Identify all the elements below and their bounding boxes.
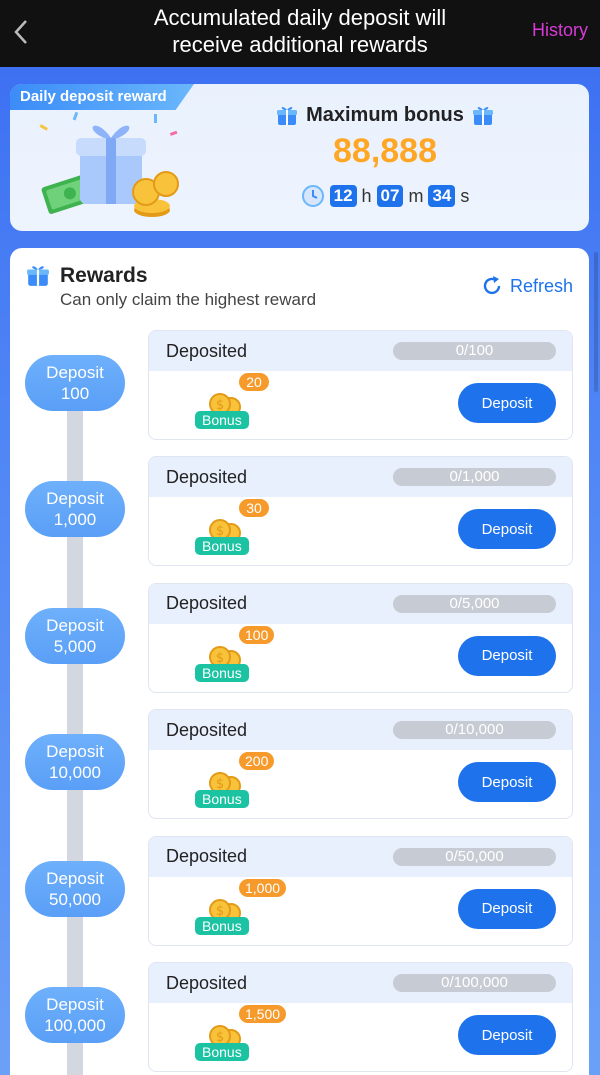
tier-card-header: Deposited 0/1,000 xyxy=(149,457,572,498)
timer-minutes-unit: m xyxy=(408,185,424,206)
deposit-button[interactable]: Deposit xyxy=(458,383,556,423)
bonus-tag: Bonus xyxy=(195,411,249,429)
deposited-label: Deposited xyxy=(166,466,248,487)
daily-reward-badge: Daily deposit reward xyxy=(10,84,194,110)
deposit-tier-label: Deposit xyxy=(46,615,104,635)
deposit-progress-text: 0/5,000 xyxy=(449,594,500,612)
deposit-tier-pill: Deposit 1,000 xyxy=(25,481,125,538)
rewards-panel: Rewards Can only claim the highest rewar… xyxy=(10,248,589,1075)
deposited-label: Deposited xyxy=(166,340,248,361)
bonus-tag: Bonus xyxy=(195,790,249,809)
tier-card-header: Deposited 0/5,000 xyxy=(149,583,572,624)
bonus-amount-badge: 200 xyxy=(239,752,275,771)
countdown-timer: 12 h 07 m 34 s xyxy=(260,184,510,208)
deposit-progress-text: 0/50,000 xyxy=(445,847,504,865)
deposit-progress-text: 0/1,000 xyxy=(449,468,500,486)
deposit-progress: 0/50,000 xyxy=(393,847,556,866)
max-bonus-value: 88,888 xyxy=(333,132,437,170)
deposit-tier-amount: 10,000 xyxy=(49,763,101,783)
deposit-progress: 0/10,000 xyxy=(393,721,556,740)
reward-tier-card: Deposited 0/5,000 $100 Bonus Deposit xyxy=(148,582,573,693)
deposit-progress: 0/5,000 xyxy=(393,594,556,613)
timer-hours: 12 xyxy=(329,185,357,207)
rewards-subtitle: Can only claim the highest reward xyxy=(60,290,317,309)
deposit-button[interactable]: Deposit xyxy=(458,1015,556,1055)
scrollbar[interactable] xyxy=(594,252,598,392)
bonus-amount-badge: 1,000 xyxy=(239,878,287,897)
deposit-tier-pill: Deposit 10,000 xyxy=(25,734,125,791)
rewards-title: Rewards xyxy=(60,264,148,287)
tier-card-header: Deposited 0/10,000 xyxy=(149,710,572,751)
back-button[interactable] xyxy=(8,14,34,50)
page-title-line2: receive additional rewards xyxy=(172,32,428,57)
deposit-button[interactable]: Deposit xyxy=(458,762,556,803)
timeline-track xyxy=(67,368,83,1075)
gift-icon xyxy=(472,106,493,125)
deposited-label: Deposited xyxy=(166,846,248,867)
gift-icon xyxy=(277,106,298,125)
deposit-progress-text: 0/10,000 xyxy=(445,721,504,739)
deposit-tier-pill: Deposit 5,000 xyxy=(25,607,125,664)
deposit-tier-label: Deposit xyxy=(46,868,104,888)
deposit-tier-label: Deposit xyxy=(46,363,104,382)
deposit-tier-amount: 50,000 xyxy=(49,889,101,909)
deposit-tier-pill: Deposit 100 xyxy=(25,355,125,411)
reward-tier-card: Deposited 0/1,000 $30 Bonus Deposit xyxy=(148,456,573,567)
deposit-tier-amount: 100 xyxy=(60,384,90,403)
reward-tier-card: Deposited 0/10,000 $200 Bonus Deposit xyxy=(148,709,573,820)
gift-box-illustration xyxy=(39,111,179,217)
bonus-amount-badge: 100 xyxy=(239,625,275,644)
deposit-progress-text: 0/100 xyxy=(455,342,494,359)
deposit-progress: 0/100 xyxy=(393,342,556,360)
page-title-line1: Accumulated daily deposit will xyxy=(153,5,447,30)
bonus-tag: Bonus xyxy=(195,1043,249,1061)
bonus-tag: Bonus xyxy=(195,916,249,935)
deposited-label: Deposited xyxy=(166,972,248,993)
header-bar: Accumulated daily deposit will receive a… xyxy=(0,0,600,67)
deposit-tier-amount: 1,000 xyxy=(53,510,97,530)
deposit-progress: 0/1,000 xyxy=(393,468,556,487)
refresh-label: Refresh xyxy=(509,275,573,296)
deposit-progress: 0/100,000 xyxy=(393,974,556,992)
deposited-label: Deposited xyxy=(166,593,248,614)
tier-card-header: Deposited 0/100,000 xyxy=(149,963,572,1003)
bonus-amount-badge: 20 xyxy=(239,373,269,391)
max-bonus-header: Maximum bonus xyxy=(260,104,510,127)
gift-icon xyxy=(27,266,49,286)
bonus-tag: Bonus xyxy=(195,537,249,556)
timer-seconds: 34 xyxy=(428,185,456,207)
deposited-label: Deposited xyxy=(166,719,248,740)
deposit-progress-text: 0/100,000 xyxy=(441,974,508,991)
daily-reward-card: Daily deposit reward Maximum bonus 88,88… xyxy=(10,84,589,231)
deposit-tier-amount: 5,000 xyxy=(53,636,97,656)
deposit-button[interactable]: Deposit xyxy=(458,509,556,550)
rewards-header: Rewards Can only claim the highest rewar… xyxy=(26,264,316,310)
deposit-tier-pill: Deposit 100,000 xyxy=(25,987,125,1043)
deposit-tier-amount: 100,000 xyxy=(44,1016,106,1035)
refresh-icon xyxy=(483,276,501,295)
deposit-button[interactable]: Deposit xyxy=(458,888,556,929)
tier-card-header: Deposited 0/50,000 xyxy=(149,836,572,877)
bonus-tag: Bonus xyxy=(195,663,249,682)
reward-tier-card: Deposited 0/50,000 $1,000 Bonus Deposit xyxy=(148,835,573,946)
tier-card-header: Deposited 0/100 xyxy=(149,331,572,371)
page-title: Accumulated daily deposit will receive a… xyxy=(90,4,510,58)
reward-tier-card: Deposited 0/100 $20 Bonus Deposit xyxy=(148,330,573,440)
timer-minutes: 07 xyxy=(376,185,404,207)
deposit-tier-pill: Deposit 50,000 xyxy=(25,860,125,917)
deposit-button[interactable]: Deposit xyxy=(458,635,556,676)
max-bonus-label: Maximum bonus xyxy=(306,104,464,126)
refresh-button[interactable]: Refresh xyxy=(480,274,573,298)
timer-hours-unit: h xyxy=(361,185,372,206)
deposit-tier-label: Deposit xyxy=(46,995,104,1014)
chevron-left-icon xyxy=(14,20,27,44)
clock-icon xyxy=(301,185,324,207)
reward-tier-card: Deposited 0/100,000 $1,500 Bonus Deposit xyxy=(148,962,573,1072)
deposit-tier-label: Deposit xyxy=(46,742,104,762)
timer-seconds-unit: s xyxy=(460,185,470,206)
bonus-amount-badge: 1,500 xyxy=(239,1005,287,1023)
deposit-tier-label: Deposit xyxy=(46,489,104,509)
bonus-amount-badge: 30 xyxy=(239,499,269,518)
history-link[interactable]: History xyxy=(532,20,588,41)
